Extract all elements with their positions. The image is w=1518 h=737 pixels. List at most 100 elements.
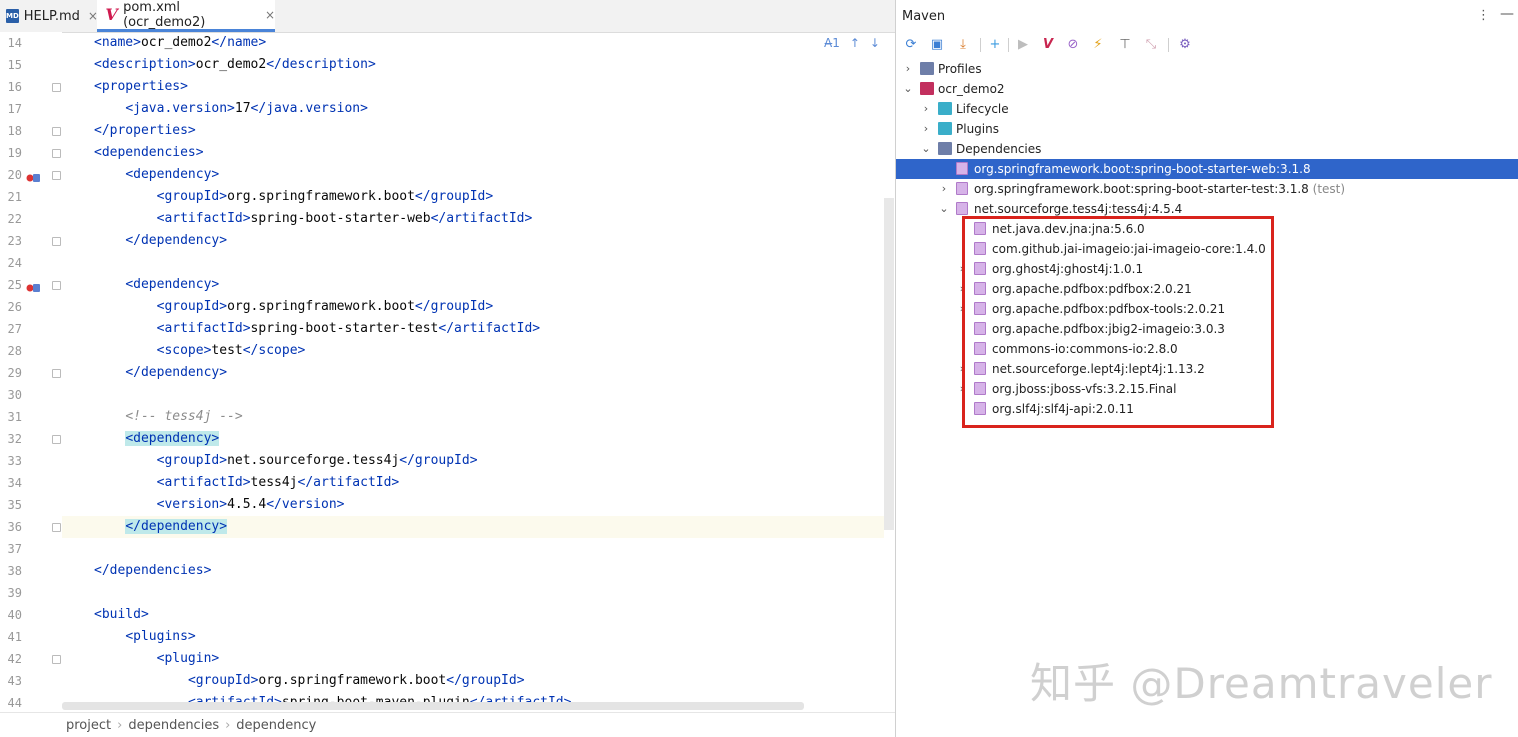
line-number: 44 <box>7 696 22 710</box>
library-icon <box>956 162 968 175</box>
show-dependencies-icon[interactable]: ⊤ <box>1116 36 1134 54</box>
reload-icon[interactable]: ⟳ <box>902 36 920 54</box>
next-highlight-icon[interactable]: ↓ <box>870 36 880 50</box>
line-number: 31 <box>7 410 22 424</box>
fold-marker-icon[interactable] <box>52 83 61 92</box>
collapse-all-icon[interactable]: ⤡ <box>1142 36 1160 54</box>
previous-highlight-icon[interactable]: ↑ <box>850 36 860 50</box>
line-number: 20 <box>7 168 22 182</box>
xml-tag: </properties> <box>94 123 196 138</box>
xml-text: 17 <box>234 101 251 116</box>
breadcrumb-item-dependencies[interactable]: dependencies <box>128 718 219 733</box>
tree-item-label: Profiles <box>938 59 982 79</box>
tree-item[interactable]: ⌄ ocr_demo2 <box>896 79 1518 99</box>
xml-tag: </groupId> <box>446 673 525 688</box>
skip-tests-icon[interactable]: ⊘ <box>1064 36 1082 54</box>
tree-item-label: org.springframework.boot:spring-boot-sta… <box>974 159 1311 179</box>
editor-pane: MD HELP.md × V pom.xml (ocr_demo2) × 14 1… <box>0 0 895 737</box>
run-icon[interactable]: ▶ <box>1014 36 1032 54</box>
fold-marker-icon[interactable] <box>52 127 61 136</box>
line-number: 33 <box>7 454 22 468</box>
tree-item[interactable]: org.springframework.boot:spring-boot-sta… <box>896 159 1518 179</box>
fold-marker-icon[interactable] <box>52 435 61 444</box>
chevron-right-icon[interactable]: › <box>938 179 950 199</box>
dependency-gutter-icon[interactable] <box>26 279 41 292</box>
inspection-status[interactable]: A̶1 <box>824 36 840 50</box>
fold-marker-icon[interactable] <box>52 149 61 158</box>
line-number: 32 <box>7 432 22 446</box>
xml-text: spring-boot-starter-web <box>250 211 431 226</box>
dependency-gutter-icon[interactable] <box>26 169 41 182</box>
line-number: 23 <box>7 234 22 248</box>
line-number: 21 <box>7 190 22 204</box>
code-area[interactable]: <name>ocr_demo2</name> <description>ocr_d… <box>62 32 884 712</box>
tree-item[interactable]: › org.springframework.boot:spring-boot-st… <box>896 179 1518 199</box>
xml-tag: <artifactId> <box>156 211 251 226</box>
offline-icon[interactable]: ⚡ <box>1089 36 1107 54</box>
tree-item[interactable]: › Profiles <box>896 59 1518 79</box>
breadcrumb-item-project[interactable]: project <box>66 718 111 733</box>
xml-tag: </dependency> <box>125 519 228 534</box>
code-line: <build> <box>94 604 149 626</box>
xml-text: ocr_demo2 <box>140 35 212 50</box>
xml-tag: </groupId> <box>399 453 478 468</box>
fold-marker-icon[interactable] <box>52 369 61 378</box>
generate-sources-icon[interactable]: ▣ <box>928 36 946 54</box>
typo-icon: A̶ <box>824 36 833 50</box>
minimize-icon[interactable]: — <box>1500 6 1514 22</box>
xml-tag: <plugins> <box>125 629 196 644</box>
toolbar-separator <box>1008 38 1009 52</box>
xml-tag: </dependency> <box>125 365 228 380</box>
tree-item[interactable]: ⌄ Dependencies <box>896 139 1518 159</box>
watermark: 知乎 @Dreamtraveler <box>1030 659 1493 708</box>
settings-icon[interactable]: ⚙ <box>1176 36 1194 54</box>
fold-marker-icon[interactable] <box>52 281 61 290</box>
chevron-down-icon[interactable]: ⌄ <box>938 199 950 219</box>
maven-title: Maven <box>902 8 946 24</box>
chevron-right-icon[interactable]: › <box>920 99 932 119</box>
tab-help-md[interactable]: MD HELP.md × <box>0 0 98 32</box>
code-line: </dependency> <box>125 230 227 252</box>
add-icon[interactable]: + <box>986 36 1004 54</box>
maven-file-icon: V <box>105 4 118 24</box>
tree-item[interactable]: › Lifecycle <box>896 99 1518 119</box>
xml-text: 4.5.4 <box>227 497 267 512</box>
breadcrumb-item-dependency[interactable]: dependency <box>236 718 316 733</box>
code-line: <version>4.5.4</version> <box>157 494 345 516</box>
chevron-down-icon[interactable]: ⌄ <box>902 79 914 99</box>
fold-marker-icon[interactable] <box>52 523 61 532</box>
code-line: <artifactId>tess4j</artifactId> <box>157 472 400 494</box>
inspection-widget[interactable]: A̶1 ↑ ↓ <box>824 36 880 50</box>
execute-goal-icon[interactable]: V <box>1039 36 1057 54</box>
xml-tag: </java.version> <box>250 101 368 116</box>
tree-item[interactable]: › Plugins <box>896 119 1518 139</box>
fold-marker-icon[interactable] <box>52 171 61 180</box>
xml-tag: </scope> <box>242 343 306 358</box>
line-number: 37 <box>7 542 22 556</box>
code-line: </dependencies> <box>94 560 211 582</box>
xml-tag: </artifactId> <box>430 211 533 226</box>
xml-tag: </artifactId> <box>297 475 400 490</box>
chevron-right-icon[interactable]: › <box>902 59 914 79</box>
xml-tag: <dependencies> <box>94 145 204 160</box>
code-line: </properties> <box>94 120 196 142</box>
xml-tag: <scope> <box>156 343 212 358</box>
line-number: 15 <box>7 58 22 72</box>
more-options-icon[interactable]: ⋮ <box>1477 8 1490 23</box>
close-icon[interactable]: × <box>265 8 275 22</box>
chevron-down-icon[interactable]: ⌄ <box>920 139 932 159</box>
xml-tag: <artifactId> <box>156 321 251 336</box>
fold-marker-icon[interactable] <box>52 655 61 664</box>
vertical-scrollbar[interactable] <box>884 198 894 530</box>
code-line: </dependency> <box>125 516 228 538</box>
chevron-right-icon[interactable]: › <box>920 119 932 139</box>
code-line: <java.version>17</java.version> <box>125 98 368 120</box>
tab-pom-xml[interactable]: V pom.xml (ocr_demo2) × <box>97 0 275 32</box>
xml-tag: <version> <box>156 497 228 512</box>
horizontal-scrollbar[interactable] <box>62 702 804 710</box>
tree-item-label: org.springframework.boot:spring-boot-sta… <box>974 179 1345 199</box>
download-icon[interactable]: ⤓ <box>954 36 972 54</box>
xml-tag: </dependency> <box>125 233 228 248</box>
fold-marker-icon[interactable] <box>52 237 61 246</box>
line-number: 27 <box>7 322 22 336</box>
